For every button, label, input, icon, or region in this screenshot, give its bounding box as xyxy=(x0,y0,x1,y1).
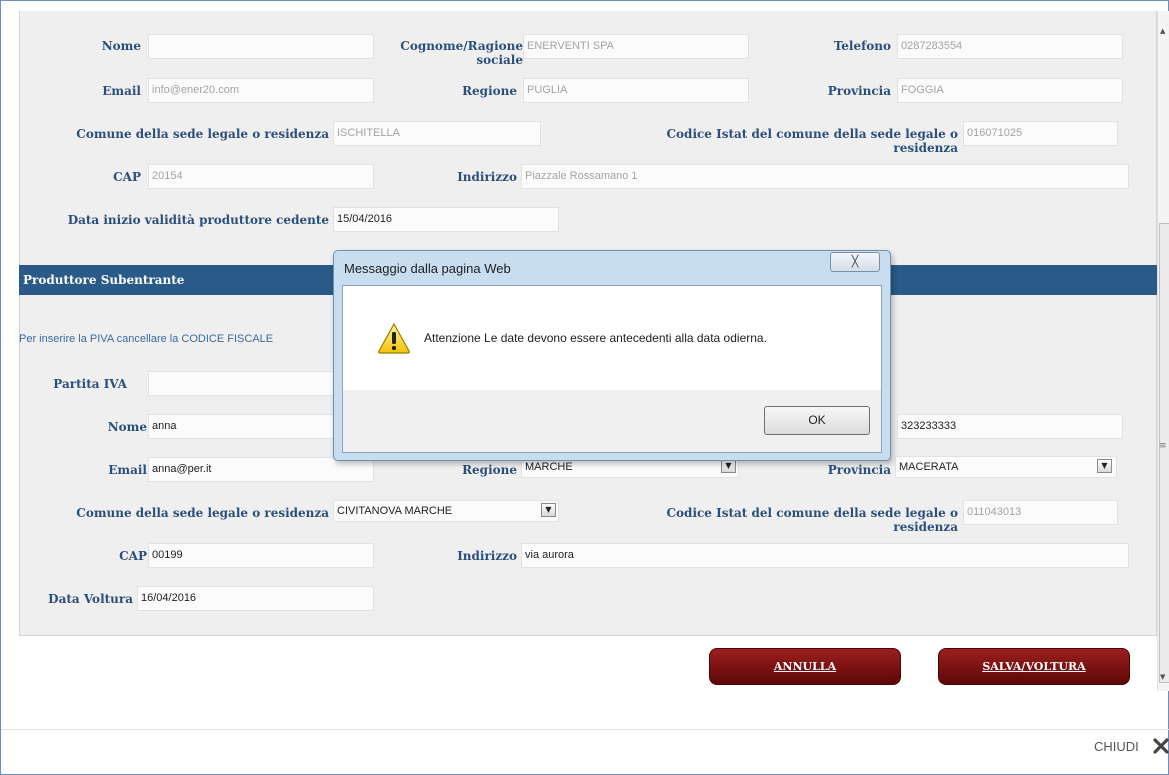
field-cognome[interactable]: ENERVENTI SPA xyxy=(523,34,749,59)
select-comune[interactable]: CIVITANOVA MARCHE xyxy=(333,500,559,522)
label-istat: Codice Istat del comune della sede legal… xyxy=(666,127,959,155)
label-indirizzo: Indirizzo xyxy=(457,170,517,184)
field-istat-sub[interactable]: 011043013 xyxy=(963,500,1118,525)
label-piva: Partita IVA xyxy=(53,377,127,391)
piva-hint: Per inserire la PIVA cancellare la CODIC… xyxy=(19,333,274,345)
chiudi-link[interactable]: CHIUDI xyxy=(1094,739,1139,754)
dialog-body: Attenzione Le date devono essere anteced… xyxy=(342,285,882,453)
label-istat-sub: Codice Istat del comune della sede legal… xyxy=(666,506,959,534)
field-comune[interactable]: ISCHITELLA xyxy=(333,121,541,146)
scrollbar-thumb[interactable] xyxy=(1159,223,1169,683)
field-nome[interactable] xyxy=(148,34,374,59)
label-cognome: Cognome/Ragione sociale xyxy=(400,39,523,67)
warning-icon xyxy=(378,322,410,354)
close-icon[interactable] xyxy=(1152,737,1169,755)
label-provincia: Provincia xyxy=(827,84,891,98)
label-data-inizio: Data inizio validità produttore cedente xyxy=(67,213,329,227)
field-indirizzo[interactable]: Piazzale Rossamano 1 xyxy=(521,164,1129,189)
label-telefono: Telefono xyxy=(833,39,891,53)
salva-voltura-button[interactable]: SALVA/VOLTURA xyxy=(938,648,1130,685)
footer-divider xyxy=(1,729,1169,730)
label-provincia-sub: Provincia xyxy=(827,463,891,477)
label-comune: Comune della sede legale o residenza xyxy=(76,127,329,141)
field-telefono[interactable]: 0287283554 xyxy=(897,34,1123,59)
field-regione[interactable]: PUGLIA xyxy=(523,78,749,103)
chevron-down-icon[interactable]: ▼ xyxy=(1097,459,1112,473)
label-regione-sub: Regione xyxy=(462,463,517,477)
label-data-voltura: Data Voltura xyxy=(48,592,133,606)
section-title: Produttore Subentrante xyxy=(23,273,185,287)
label-nome-sub: Nome xyxy=(107,420,147,434)
label-cap-sub: CAP xyxy=(119,549,147,563)
dialog-title: Messaggio dalla pagina Web xyxy=(344,261,511,276)
field-data-inizio[interactable]: 15/04/2016 xyxy=(333,207,559,232)
label-email: Email xyxy=(102,84,141,98)
label-email-sub: Email xyxy=(108,463,147,477)
annulla-button[interactable]: ANNULLA xyxy=(709,648,901,685)
dialog-message: Attenzione Le date devono essere anteced… xyxy=(424,331,767,345)
ok-button[interactable]: OK xyxy=(764,406,870,435)
scroll-down-icon[interactable]: ▼ xyxy=(1160,673,1165,681)
field-istat[interactable]: 016071025 xyxy=(963,121,1118,146)
select-provincia[interactable]: MACERATA xyxy=(895,456,1117,478)
label-nome: Nome xyxy=(101,39,141,53)
scroll-grip-icon: ≡ xyxy=(1159,441,1167,451)
field-email[interactable]: info@ener20.com xyxy=(148,78,374,103)
scrollbar[interactable]: ▲ ≡ ▼ xyxy=(1157,11,1169,691)
modal-window: Nome Cognome/Ragione sociale ENERVENTI S… xyxy=(0,0,1169,775)
alert-dialog: Messaggio dalla pagina Web ╳ Attenzione … xyxy=(333,250,891,461)
field-telefono-sub[interactable]: 323233333 xyxy=(897,414,1123,439)
field-data-voltura[interactable]: 16/04/2016 xyxy=(137,586,374,611)
label-regione: Regione xyxy=(462,84,517,98)
field-provincia[interactable]: FOGGIA xyxy=(897,78,1123,103)
label-indirizzo-sub: Indirizzo xyxy=(457,549,517,563)
chevron-down-icon[interactable]: ▼ xyxy=(721,459,736,473)
field-cap[interactable]: 20154 xyxy=(148,164,374,189)
label-cap: CAP xyxy=(113,170,141,184)
scroll-up-icon[interactable]: ▲ xyxy=(1160,27,1165,35)
chevron-down-icon[interactable]: ▼ xyxy=(541,503,556,517)
field-indirizzo-sub[interactable]: via aurora xyxy=(521,543,1129,568)
field-cap-sub[interactable]: 00199 xyxy=(148,543,374,568)
label-comune-sub: Comune della sede legale o residenza xyxy=(76,506,329,520)
dialog-close-button[interactable]: ╳ xyxy=(830,252,880,272)
